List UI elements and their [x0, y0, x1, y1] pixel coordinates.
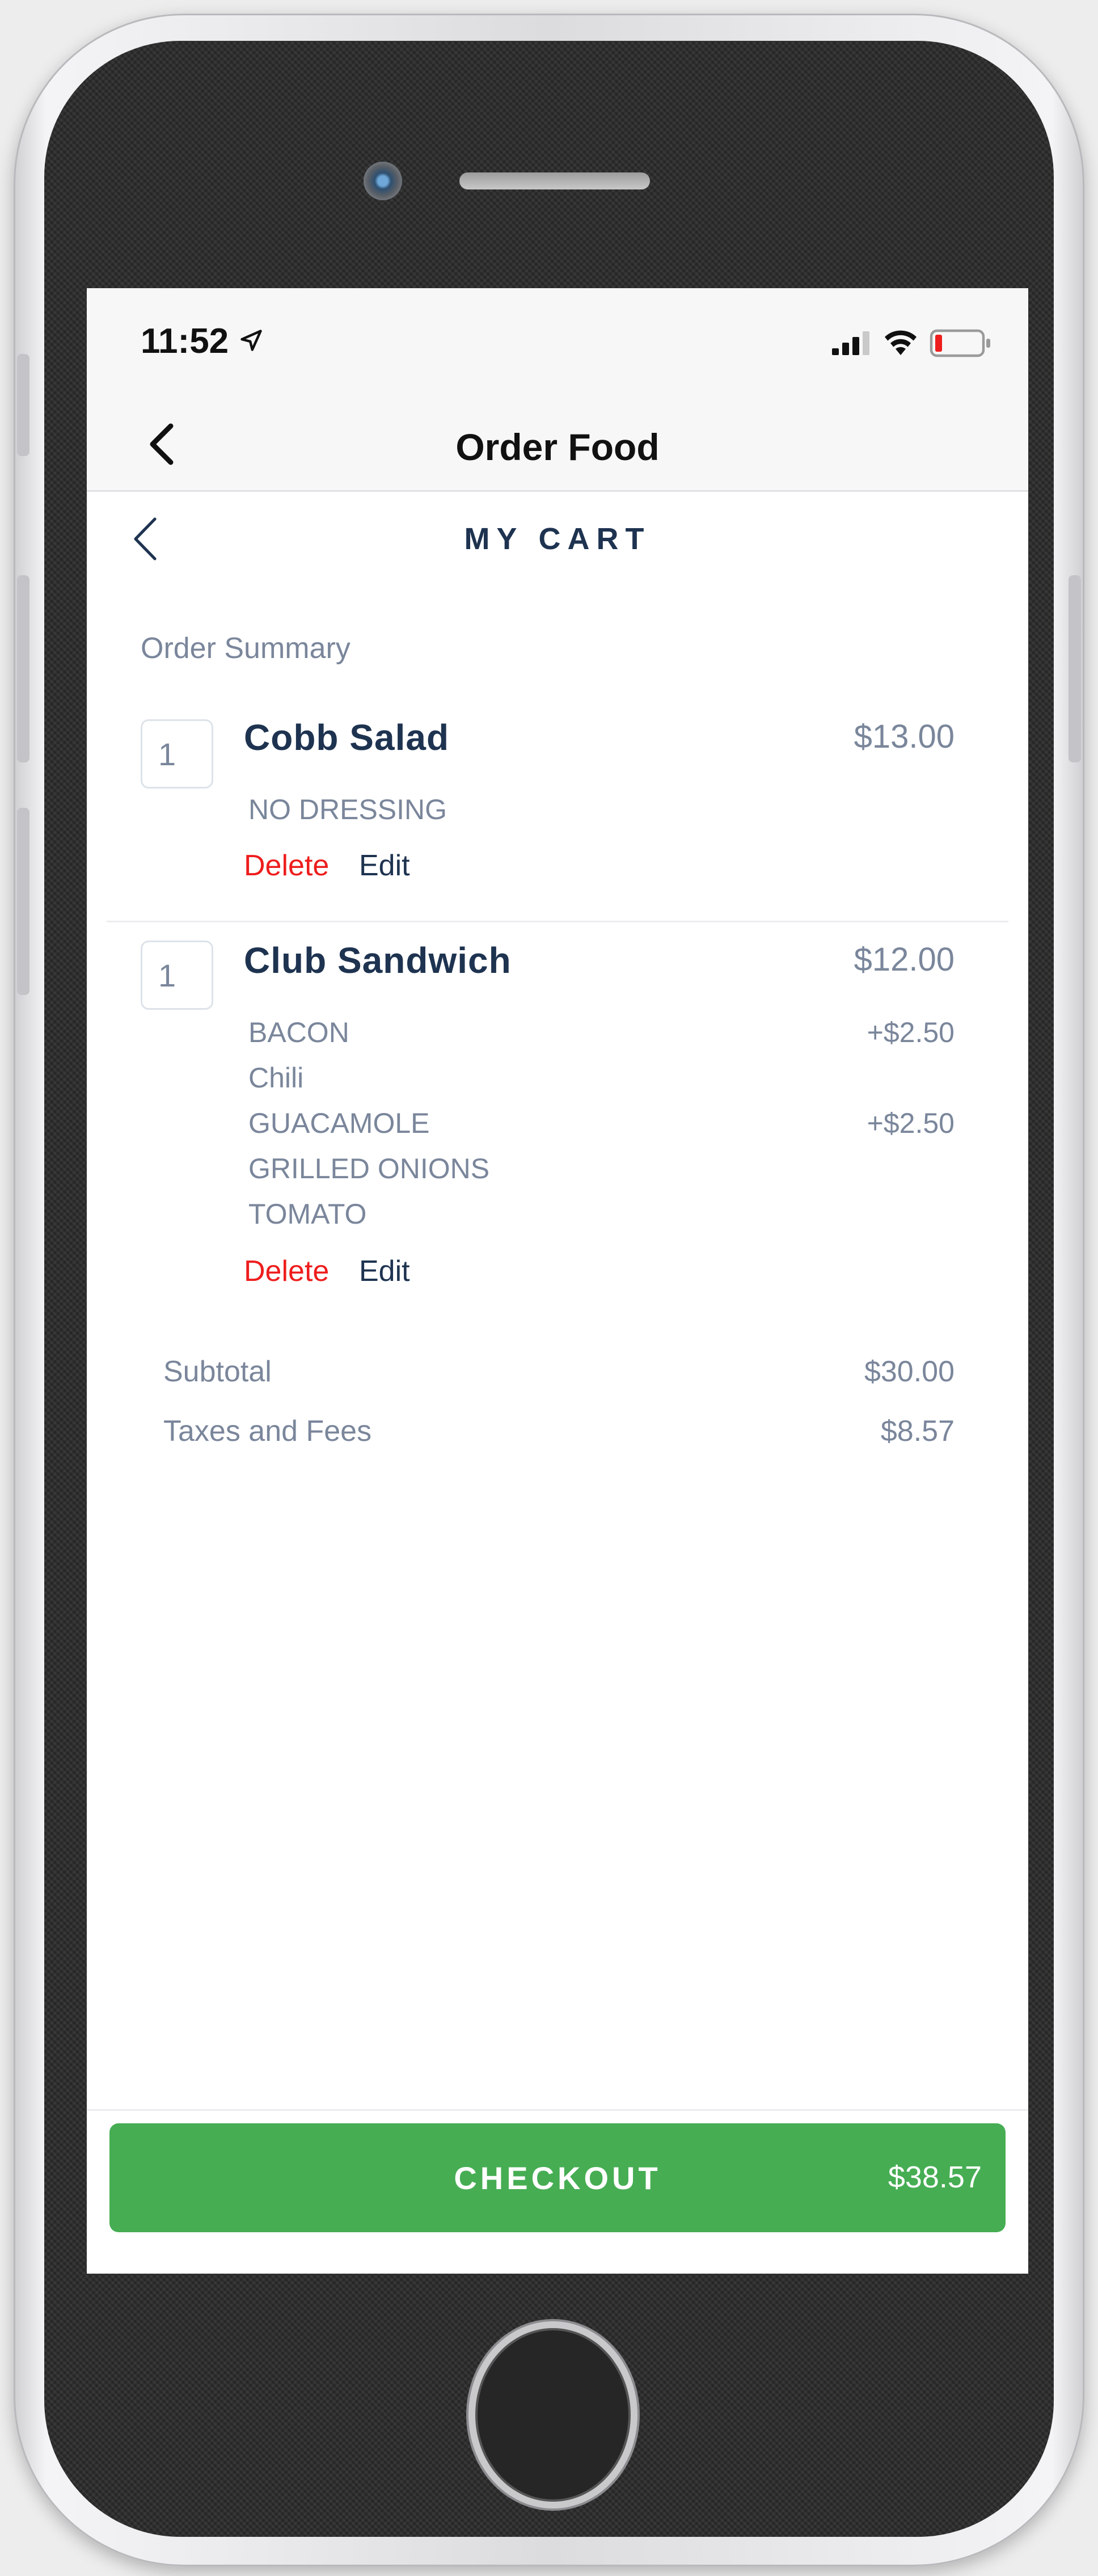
item-divider [107, 921, 1008, 922]
page-title: Order Food [455, 426, 660, 468]
modifier-name: GUACAMOLE [248, 1107, 430, 1139]
modifier-price: +$2.50 [867, 1107, 955, 1139]
item-price: $13.00 [854, 718, 955, 755]
navigation-bar: Order Food [87, 396, 1028, 492]
subtotal-label: Subtotal [163, 1355, 272, 1388]
modifier-name: TOMATO [248, 1198, 367, 1230]
app-screen: 11:52 Order Food MY CART Order Summary 1… [87, 288, 1028, 2274]
taxes-value: $8.57 [880, 1415, 955, 1448]
cellular-signal-icon [832, 331, 869, 355]
item-name: Cobb Salad [244, 717, 450, 758]
earpiece-speaker [459, 172, 650, 189]
modifier-name: NO DRESSING [248, 794, 447, 825]
wifi-icon [885, 330, 917, 355]
taxes-label: Taxes and Fees [163, 1415, 372, 1448]
status-bar: 11:52 [87, 288, 1028, 396]
delete-button[interactable]: Delete [244, 849, 329, 883]
modifier-name: GRILLED ONIONS [248, 1153, 490, 1184]
status-time: 11:52 [141, 322, 229, 361]
volume-down-button [17, 808, 29, 995]
cart-header: MY CART [87, 492, 1028, 600]
item-name: Club Sandwich [244, 940, 512, 981]
location-arrow-icon [240, 330, 262, 351]
battery-low-icon [930, 329, 990, 357]
front-camera [364, 162, 402, 200]
checkout-total: $38.57 [888, 2160, 982, 2194]
order-summary-heading: Order Summary [141, 632, 350, 665]
edit-button[interactable]: Edit [359, 1254, 410, 1288]
checkout-button[interactable]: CHECKOUT $38.57 [109, 2123, 1006, 2232]
mute-switch [17, 354, 29, 456]
modifier-price: +$2.50 [867, 1017, 955, 1048]
checkout-footer: CHECKOUT $38.57 [87, 2109, 1028, 2274]
subtotal-value: $30.00 [864, 1355, 955, 1388]
modifier-name: BACON [248, 1017, 349, 1048]
modifier-name: Chili [248, 1062, 304, 1094]
quantity-field[interactable]: 1 [141, 719, 213, 789]
checkout-label: CHECKOUT [454, 2160, 661, 2196]
power-button [1069, 575, 1081, 762]
delete-button[interactable]: Delete [244, 1254, 329, 1288]
quantity-field[interactable]: 1 [141, 941, 213, 1010]
home-button[interactable] [468, 2321, 637, 2508]
volume-up-button [17, 575, 29, 762]
edit-button[interactable]: Edit [359, 849, 410, 883]
cart-title: MY CART [464, 522, 651, 556]
item-price: $12.00 [854, 941, 955, 978]
